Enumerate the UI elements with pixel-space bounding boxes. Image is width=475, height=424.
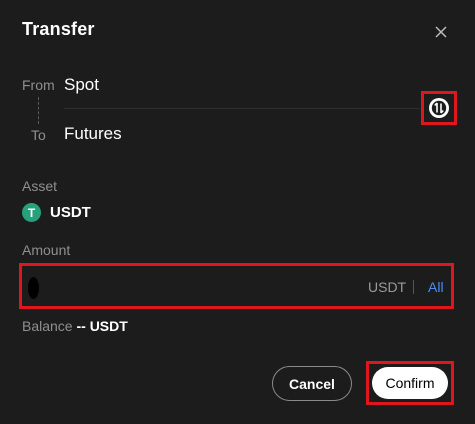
balance-row: Balance -- USDT xyxy=(22,318,128,334)
asset-name: USDT xyxy=(50,204,91,221)
asset-select[interactable]: T USDT xyxy=(22,203,91,222)
asset-label: Asset xyxy=(22,178,58,194)
from-to-connector xyxy=(38,97,39,124)
confirm-button[interactable]: Confirm xyxy=(372,367,448,399)
confirm-button-highlight: Confirm xyxy=(366,361,454,405)
from-account-select[interactable]: Spot xyxy=(64,75,99,95)
to-label: To xyxy=(31,127,46,143)
transfer-dialog: Transfer From To Spot Futures Asset T US… xyxy=(0,0,475,424)
unit-separator xyxy=(413,280,414,294)
swap-arrows-icon xyxy=(429,98,449,118)
account-divider xyxy=(64,108,420,109)
max-all-button[interactable]: All xyxy=(428,279,444,295)
amount-input[interactable] xyxy=(28,271,352,303)
close-button[interactable] xyxy=(430,21,452,43)
usdt-token-icon: T xyxy=(22,203,41,222)
amount-unit: USDT xyxy=(368,279,407,295)
from-label: From xyxy=(22,77,55,93)
close-icon xyxy=(435,26,447,38)
to-account-select[interactable]: Futures xyxy=(64,124,122,144)
dialog-title: Transfer xyxy=(22,19,95,39)
amount-label: Amount xyxy=(22,242,71,258)
balance-label: Balance xyxy=(22,318,73,334)
swap-accounts-button[interactable] xyxy=(421,91,457,125)
cancel-button[interactable]: Cancel xyxy=(272,366,352,401)
balance-value: -- USDT xyxy=(76,318,128,334)
amount-field: USDT All xyxy=(19,263,454,309)
